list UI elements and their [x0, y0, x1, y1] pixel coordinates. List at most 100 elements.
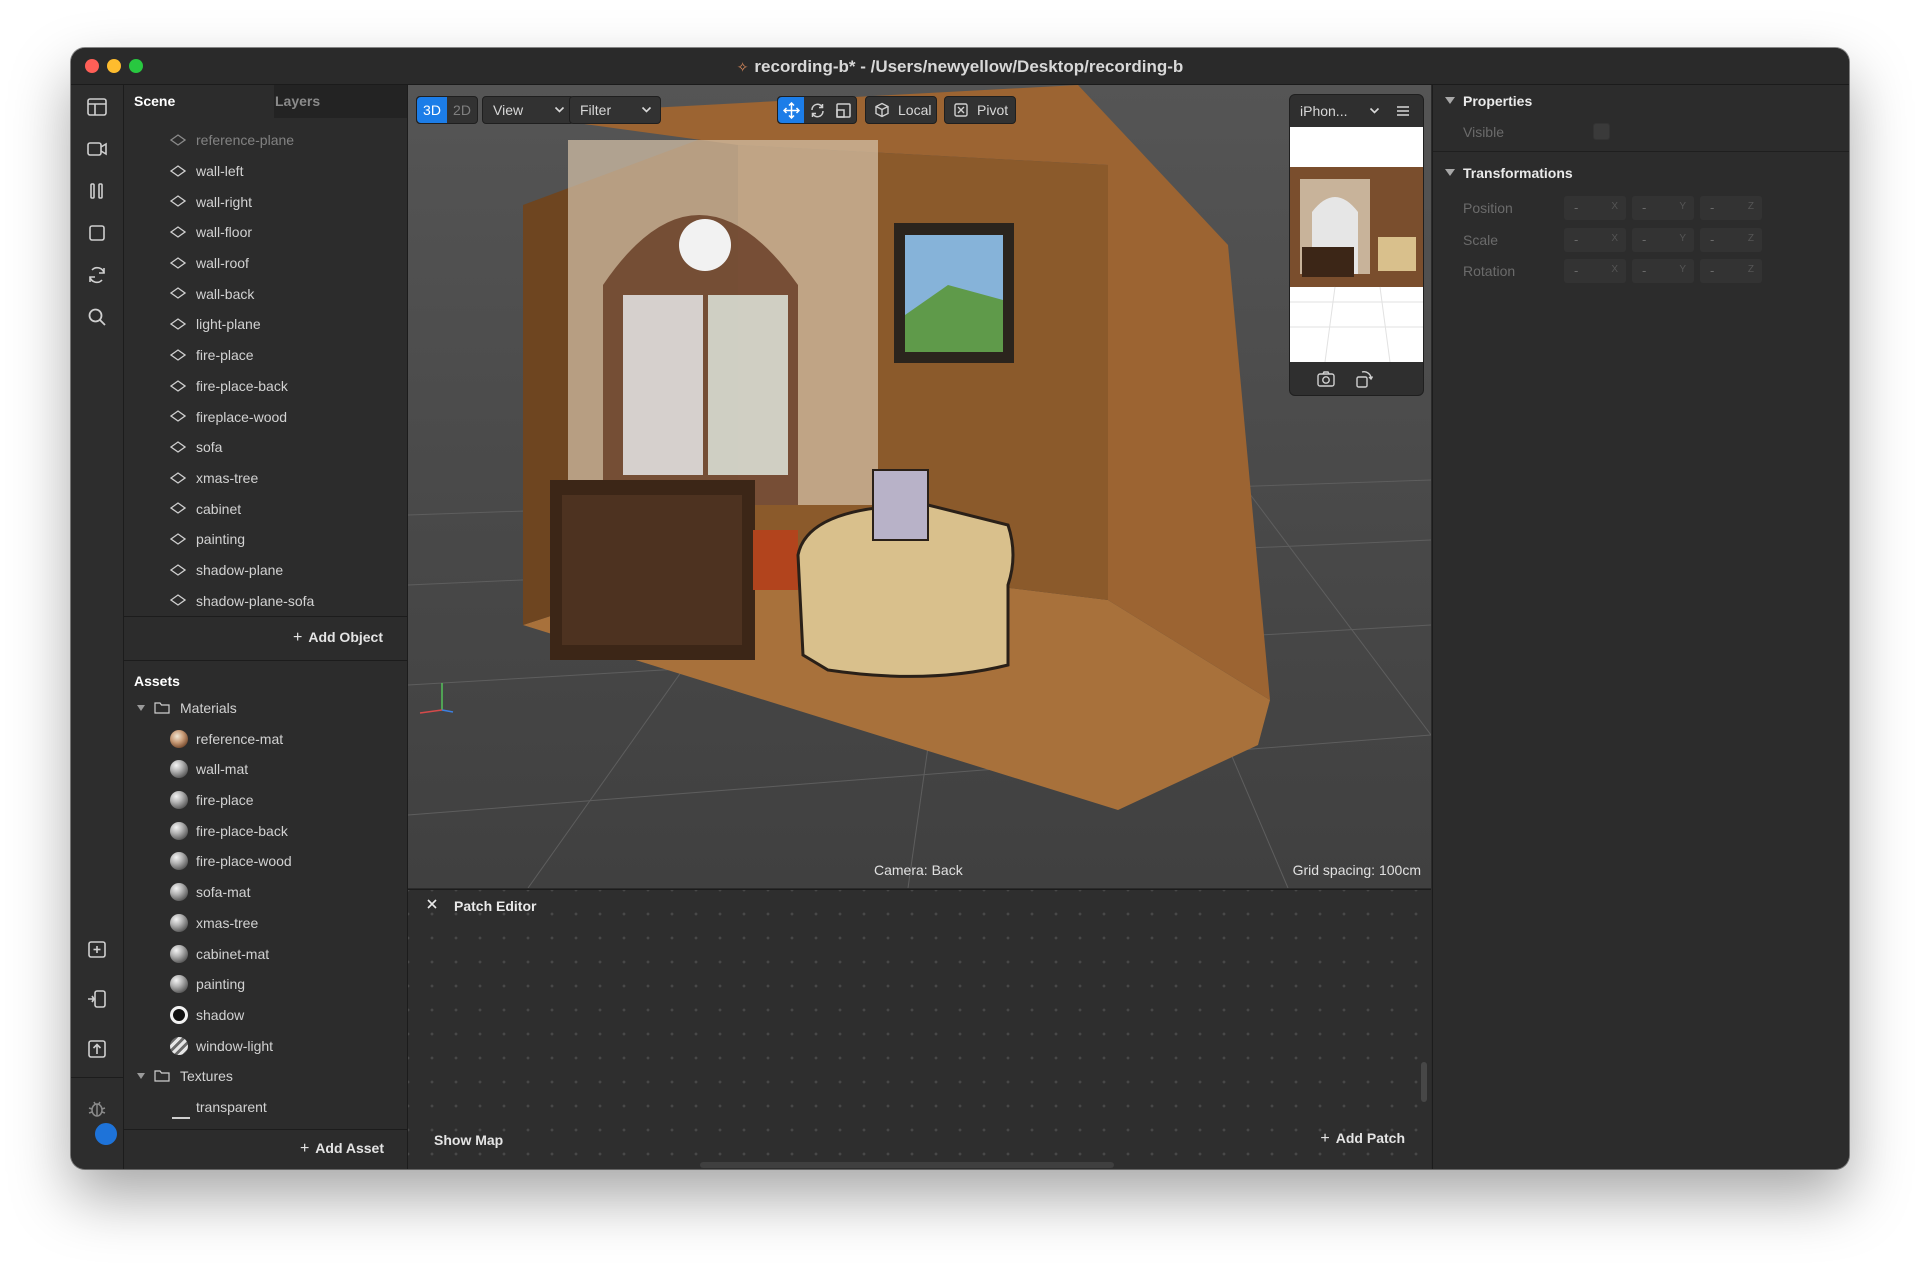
transform-row-rotation: Rotation - X - Y - Z — [1433, 256, 1849, 286]
material-row[interactable]: window-light — [124, 1031, 407, 1062]
show-map-button[interactable]: Show Map — [434, 1132, 503, 1148]
scene-object-row[interactable]: fire-place — [124, 340, 407, 371]
textures-folder[interactable]: Textures — [124, 1061, 407, 1092]
material-row[interactable]: wall-mat — [124, 754, 407, 785]
view-dropdown[interactable]: View — [482, 96, 574, 124]
transform-x-field[interactable]: -X — [1564, 259, 1626, 283]
transform-x-field[interactable]: -X — [1564, 196, 1626, 220]
transform-z-field[interactable]: -Z — [1700, 227, 1762, 252]
plane-object-icon — [170, 441, 186, 453]
material-row[interactable]: fire-place-back — [124, 816, 407, 847]
window-pane-left — [623, 295, 703, 475]
axis-label: Z — [1747, 232, 1754, 244]
scene-object-row[interactable]: shadow-plane-sofa — [124, 585, 407, 616]
camera-icon[interactable] — [1316, 369, 1336, 389]
horizontal-scrollbar[interactable] — [700, 1162, 1114, 1168]
notification-icon[interactable] — [93, 1121, 119, 1147]
scale-tool-icon[interactable] — [830, 97, 856, 123]
material-row[interactable]: reference-mat — [124, 724, 407, 755]
scene-object-row[interactable]: wall-right — [124, 186, 407, 217]
material-row[interactable]: fire-place — [124, 785, 407, 816]
scene-object-row[interactable]: xmas-tree — [124, 463, 407, 494]
materials-folder[interactable]: Materials — [124, 693, 407, 724]
add-patch-button[interactable]: + Add Patch — [1320, 1130, 1405, 1148]
disclosure-triangle-icon[interactable] — [136, 1071, 146, 1081]
tab-scene[interactable]: Scene — [124, 85, 274, 118]
transform-y-field[interactable]: -Y — [1632, 259, 1694, 283]
scene-tabs: Scene Layers — [124, 85, 407, 118]
scene-object-row[interactable]: sofa — [124, 432, 407, 463]
scene-object-row[interactable]: light-plane — [124, 309, 407, 340]
material-sphere-icon — [170, 944, 188, 963]
search-icon[interactable] — [81, 301, 113, 333]
scene-object-row[interactable]: painting — [124, 524, 407, 555]
folder-label: Materials — [180, 700, 237, 716]
transform-z-field[interactable]: -Z — [1700, 259, 1762, 283]
transform-y-field[interactable]: -Y — [1632, 227, 1694, 252]
properties-section-header[interactable]: Properties — [1433, 85, 1849, 117]
device-icon[interactable] — [81, 983, 113, 1015]
field-value: - — [1642, 200, 1647, 215]
material-row[interactable]: shadow — [124, 1000, 407, 1031]
device-selector[interactable]: iPhon... — [1300, 103, 1347, 119]
device-preview-screen — [1290, 127, 1423, 363]
mode-3d-button[interactable]: 3D — [417, 97, 447, 123]
scene-object-row[interactable]: reference-plane — [124, 125, 407, 156]
folder-label: Textures — [180, 1068, 233, 1085]
close-icon[interactable] — [426, 898, 438, 910]
title-bar: ✧ recording-b* - /Users/newyellow/Desktop… — [71, 48, 1849, 85]
local-space-button[interactable]: Local — [865, 96, 937, 124]
tab-layers[interactable]: Layers — [265, 85, 417, 118]
scene-object-row[interactable]: wall-roof — [124, 248, 407, 279]
move-tool-icon[interactable] — [778, 97, 804, 123]
mode-2d-button[interactable]: 2D — [447, 97, 477, 123]
material-label: fire-place-back — [196, 822, 288, 839]
scene-object-row[interactable]: fire-place-back — [124, 371, 407, 402]
vertical-scrollbar[interactable] — [1421, 1062, 1427, 1102]
layout-icon[interactable] — [81, 91, 113, 123]
material-row[interactable]: painting — [124, 969, 407, 1000]
add-asset-bar: + Add Asset — [124, 1129, 407, 1169]
pivot-button[interactable]: Pivot — [944, 96, 1016, 124]
refresh-icon[interactable] — [81, 259, 113, 291]
assets-panel: Assets Materials reference-mat wall-mat fir… — [124, 660, 408, 1169]
video-icon[interactable] — [81, 133, 113, 165]
scene-object-row[interactable]: shadow-plane — [124, 555, 407, 586]
texture-row[interactable]: transparent — [124, 1092, 407, 1123]
scene-object-row[interactable]: fireplace-wood — [124, 401, 407, 432]
material-row[interactable]: xmas-tree — [124, 908, 407, 939]
scene-object-row[interactable]: wall-back — [124, 278, 407, 309]
field-value: - — [1710, 200, 1715, 215]
scene-object-label: wall-roof — [196, 255, 249, 272]
menu-icon[interactable] — [1396, 105, 1410, 117]
material-row[interactable]: cabinet-mat — [124, 939, 407, 970]
visible-row: Visible — [1433, 117, 1849, 147]
add-object-button[interactable]: + Add Object — [293, 629, 383, 647]
filter-dropdown[interactable]: Filter — [569, 96, 661, 124]
visible-checkbox[interactable] — [1593, 123, 1610, 140]
add-patch-label: Add Patch — [1335, 1130, 1405, 1146]
pause-icon[interactable] — [81, 175, 113, 207]
field-value: - — [1642, 231, 1647, 247]
transform-y-field[interactable]: -Y — [1632, 196, 1694, 220]
chevron-down-icon[interactable] — [1369, 105, 1380, 116]
scene-viewport[interactable]: 3D 2D View Filter Local Pivot iPhon... C… — [408, 85, 1431, 888]
scene-render[interactable] — [408, 85, 1431, 888]
scene-object-row[interactable]: wall-left — [124, 156, 407, 187]
upload-icon[interactable] — [81, 1033, 113, 1065]
disclosure-triangle-icon[interactable] — [136, 703, 146, 713]
transformations-section-header[interactable]: Transformations — [1433, 157, 1849, 189]
material-row[interactable]: fire-place-wood — [124, 846, 407, 877]
scene-object-row[interactable]: cabinet — [124, 493, 407, 524]
stop-icon[interactable] — [81, 217, 113, 249]
scene-object-row[interactable]: wall-floor — [124, 217, 407, 248]
plane-object-icon — [170, 563, 186, 576]
material-row[interactable]: sofa-mat — [124, 877, 407, 908]
patch-editor[interactable]: Patch Editor Show Map + Add Patch — [408, 889, 1431, 1169]
transform-x-field[interactable]: -X — [1564, 227, 1626, 252]
new-file-icon[interactable] — [81, 933, 113, 965]
rotate-device-icon[interactable] — [1354, 369, 1374, 389]
transform-z-field[interactable]: -Z — [1700, 196, 1762, 220]
add-asset-button[interactable]: + Add Asset — [300, 1140, 384, 1158]
rotate-tool-icon[interactable] — [804, 97, 830, 123]
